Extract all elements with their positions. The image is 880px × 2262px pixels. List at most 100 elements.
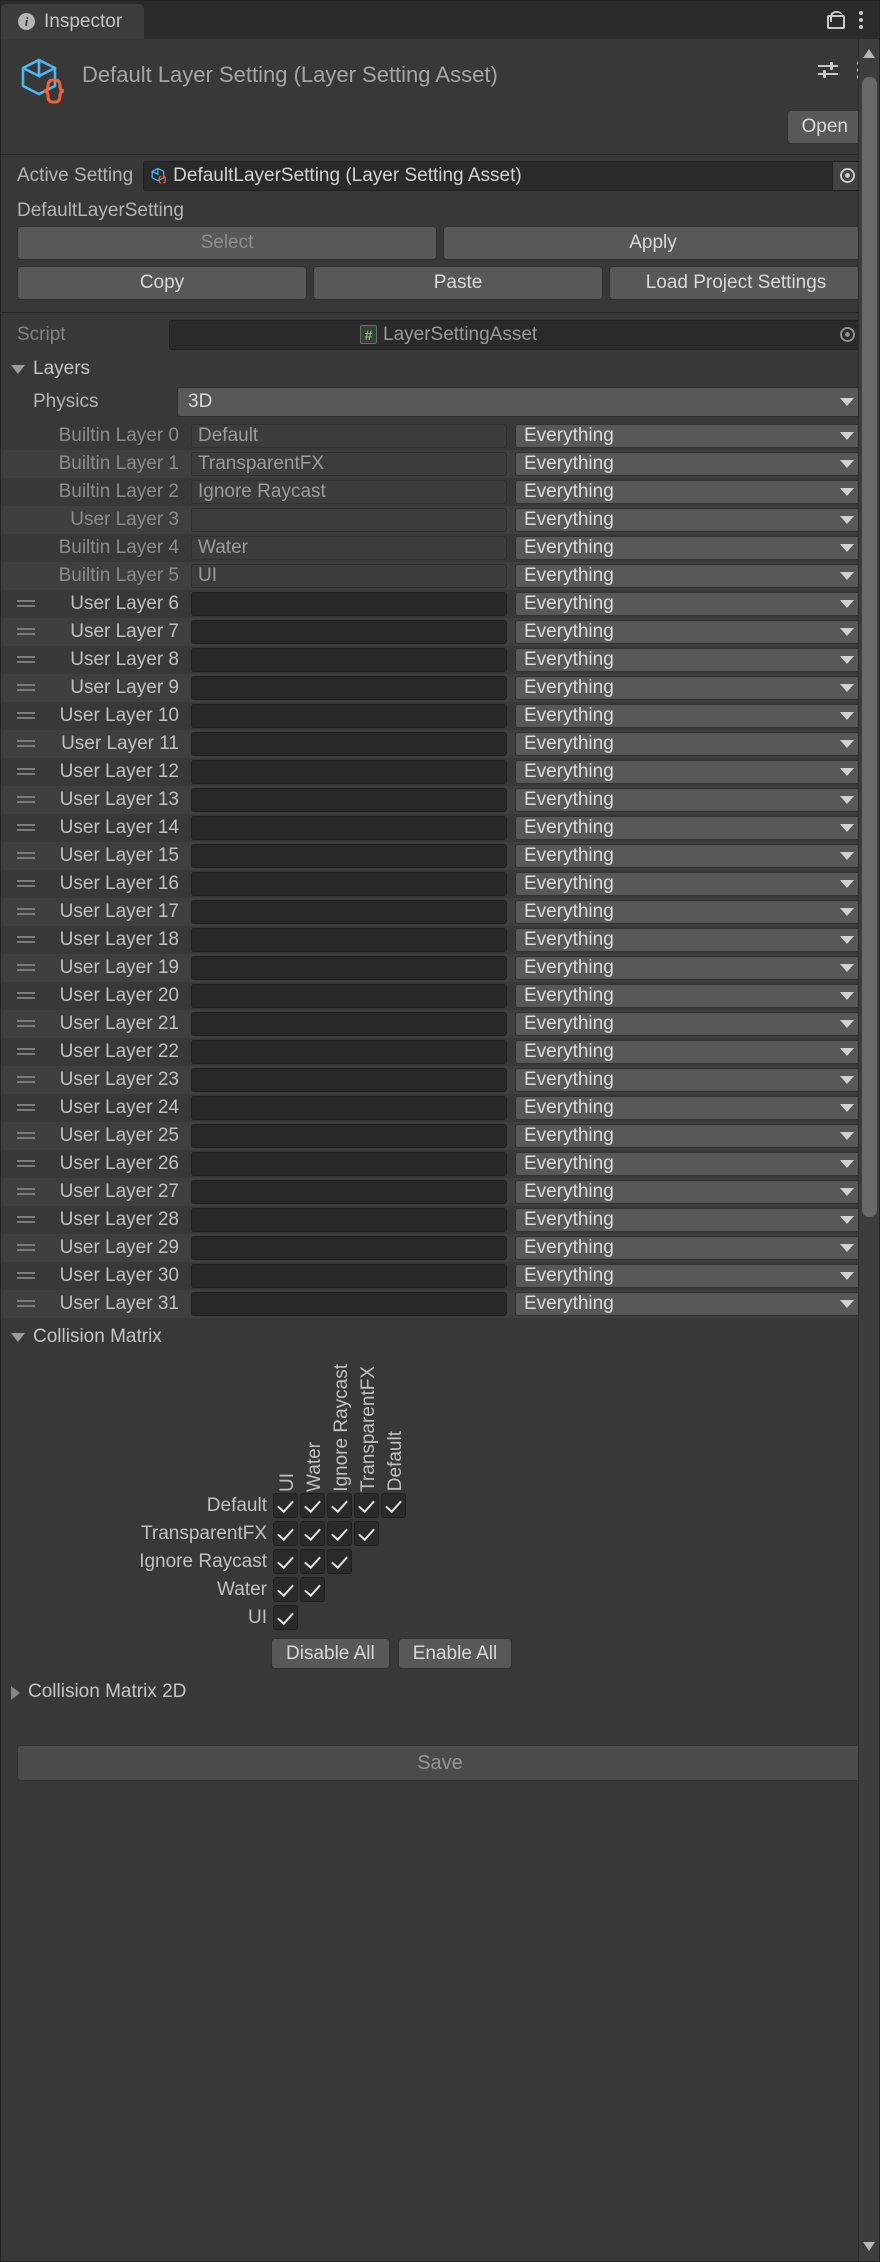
paste-button[interactable]: Paste — [313, 265, 603, 300]
layer-name-input[interactable] — [191, 1039, 507, 1064]
drag-handle-icon[interactable] — [17, 1132, 35, 1140]
apply-button[interactable]: Apply — [443, 225, 863, 260]
active-setting-objectfield[interactable]: DefaultLayerSetting (Layer Setting Asset… — [143, 160, 863, 191]
layer-name-input[interactable] — [191, 647, 507, 672]
scroll-up-arrow-icon[interactable] — [863, 49, 875, 58]
collision-matrix-checkbox[interactable] — [327, 1493, 352, 1519]
layer-mask-dropdown[interactable]: Everything — [515, 1123, 863, 1148]
layer-mask-dropdown[interactable]: Everything — [515, 1291, 863, 1316]
layer-mask-dropdown[interactable]: Everything — [515, 1011, 863, 1036]
layer-mask-dropdown[interactable]: Everything — [515, 843, 863, 868]
layer-mask-dropdown[interactable]: Everything — [515, 983, 863, 1008]
drag-handle-icon[interactable] — [17, 880, 35, 888]
layer-mask-dropdown[interactable]: Everything — [515, 899, 863, 924]
drag-handle-icon[interactable] — [17, 1104, 35, 1112]
layer-mask-dropdown[interactable]: Everything — [515, 759, 863, 784]
layer-mask-dropdown[interactable]: Everything — [515, 535, 863, 560]
layer-name-input[interactable] — [191, 983, 507, 1008]
layer-mask-dropdown[interactable]: Everything — [515, 703, 863, 728]
layer-mask-dropdown[interactable]: Everything — [515, 563, 863, 588]
collision-matrix-checkbox[interactable] — [354, 1493, 379, 1519]
layer-mask-dropdown[interactable]: Everything — [515, 507, 863, 532]
layer-mask-dropdown[interactable]: Everything — [515, 1151, 863, 1176]
layer-name-input[interactable] — [191, 731, 507, 756]
layer-name-input[interactable] — [191, 1207, 507, 1232]
drag-handle-icon[interactable] — [17, 600, 35, 608]
layer-mask-dropdown[interactable]: Everything — [515, 871, 863, 896]
drag-handle-icon[interactable] — [17, 824, 35, 832]
layer-name-input[interactable] — [191, 1235, 507, 1260]
layer-mask-dropdown[interactable]: Everything — [515, 1263, 863, 1288]
collision-matrix-checkbox[interactable] — [300, 1577, 325, 1603]
layer-name-input[interactable] — [191, 675, 507, 700]
layer-name-input[interactable] — [191, 815, 507, 840]
drag-handle-icon[interactable] — [17, 628, 35, 636]
layer-name-input[interactable] — [191, 1123, 507, 1148]
drag-handle-icon[interactable] — [17, 1272, 35, 1280]
layer-mask-dropdown[interactable]: Everything — [515, 1095, 863, 1120]
collision-matrix-2d-foldout[interactable]: Collision Matrix 2D — [1, 1669, 879, 1707]
layer-mask-dropdown[interactable]: Everything — [515, 451, 863, 476]
disable-all-button[interactable]: Disable All — [271, 1637, 390, 1670]
layer-mask-dropdown[interactable]: Everything — [515, 675, 863, 700]
drag-handle-icon[interactable] — [17, 796, 35, 804]
copy-button[interactable]: Copy — [17, 265, 307, 300]
collision-matrix-checkbox[interactable] — [300, 1493, 325, 1519]
drag-handle-icon[interactable] — [17, 684, 35, 692]
layer-mask-dropdown[interactable]: Everything — [515, 423, 863, 448]
drag-handle-icon[interactable] — [17, 1216, 35, 1224]
layer-mask-dropdown[interactable]: Everything — [515, 1179, 863, 1204]
layer-name-input[interactable] — [191, 927, 507, 952]
layer-name-input[interactable] — [191, 871, 507, 896]
layer-name-input[interactable] — [191, 591, 507, 616]
layer-mask-dropdown[interactable]: Everything — [515, 731, 863, 756]
layer-mask-dropdown[interactable]: Everything — [515, 1039, 863, 1064]
collision-matrix-checkbox[interactable] — [273, 1549, 298, 1575]
layer-name-input[interactable] — [191, 787, 507, 812]
lock-icon[interactable] — [826, 11, 845, 29]
collision-matrix-checkbox[interactable] — [300, 1549, 325, 1575]
layer-name-input[interactable] — [191, 1179, 507, 1204]
scroll-down-arrow-icon[interactable] — [863, 2242, 875, 2251]
layer-mask-dropdown[interactable]: Everything — [515, 1207, 863, 1232]
layer-name-input[interactable] — [191, 955, 507, 980]
collision-matrix-checkbox[interactable] — [327, 1521, 352, 1547]
save-button[interactable]: Save — [17, 1745, 863, 1782]
open-button[interactable]: Open — [786, 110, 863, 144]
drag-handle-icon[interactable] — [17, 908, 35, 916]
vertical-scrollbar[interactable] — [858, 39, 879, 2261]
drag-handle-icon[interactable] — [17, 1076, 35, 1084]
drag-handle-icon[interactable] — [17, 964, 35, 972]
collision-matrix-checkbox[interactable] — [273, 1521, 298, 1547]
layer-mask-dropdown[interactable]: Everything — [515, 479, 863, 504]
layer-name-input[interactable] — [191, 899, 507, 924]
scrollbar-thumb[interactable] — [862, 77, 877, 1217]
drag-handle-icon[interactable] — [17, 740, 35, 748]
physics-dropdown[interactable]: 3D — [177, 386, 863, 417]
select-button[interactable]: Select — [17, 225, 437, 260]
collision-matrix-checkbox[interactable] — [327, 1549, 352, 1575]
drag-handle-icon[interactable] — [17, 1244, 35, 1252]
drag-handle-icon[interactable] — [17, 936, 35, 944]
layer-name-input[interactable] — [191, 1151, 507, 1176]
layer-mask-dropdown[interactable]: Everything — [515, 619, 863, 644]
drag-handle-icon[interactable] — [17, 852, 35, 860]
enable-all-button[interactable]: Enable All — [397, 1637, 513, 1670]
layer-mask-dropdown[interactable]: Everything — [515, 1067, 863, 1092]
layer-mask-dropdown[interactable]: Everything — [515, 591, 863, 616]
layer-name-input[interactable] — [191, 1067, 507, 1092]
layer-name-input[interactable] — [191, 703, 507, 728]
drag-handle-icon[interactable] — [17, 768, 35, 776]
drag-handle-icon[interactable] — [17, 1300, 35, 1308]
drag-handle-icon[interactable] — [17, 1020, 35, 1028]
collision-matrix-checkbox[interactable] — [273, 1605, 298, 1631]
kebab-menu-icon[interactable] — [858, 11, 863, 29]
tab-inspector[interactable]: i Inspector — [1, 4, 145, 39]
drag-handle-icon[interactable] — [17, 1160, 35, 1168]
layer-name-input[interactable] — [191, 759, 507, 784]
layer-name-input[interactable] — [191, 843, 507, 868]
drag-handle-icon[interactable] — [17, 656, 35, 664]
load-project-settings-button[interactable]: Load Project Settings — [609, 265, 863, 300]
collision-matrix-checkbox[interactable] — [300, 1521, 325, 1547]
layer-name-input[interactable] — [191, 619, 507, 644]
